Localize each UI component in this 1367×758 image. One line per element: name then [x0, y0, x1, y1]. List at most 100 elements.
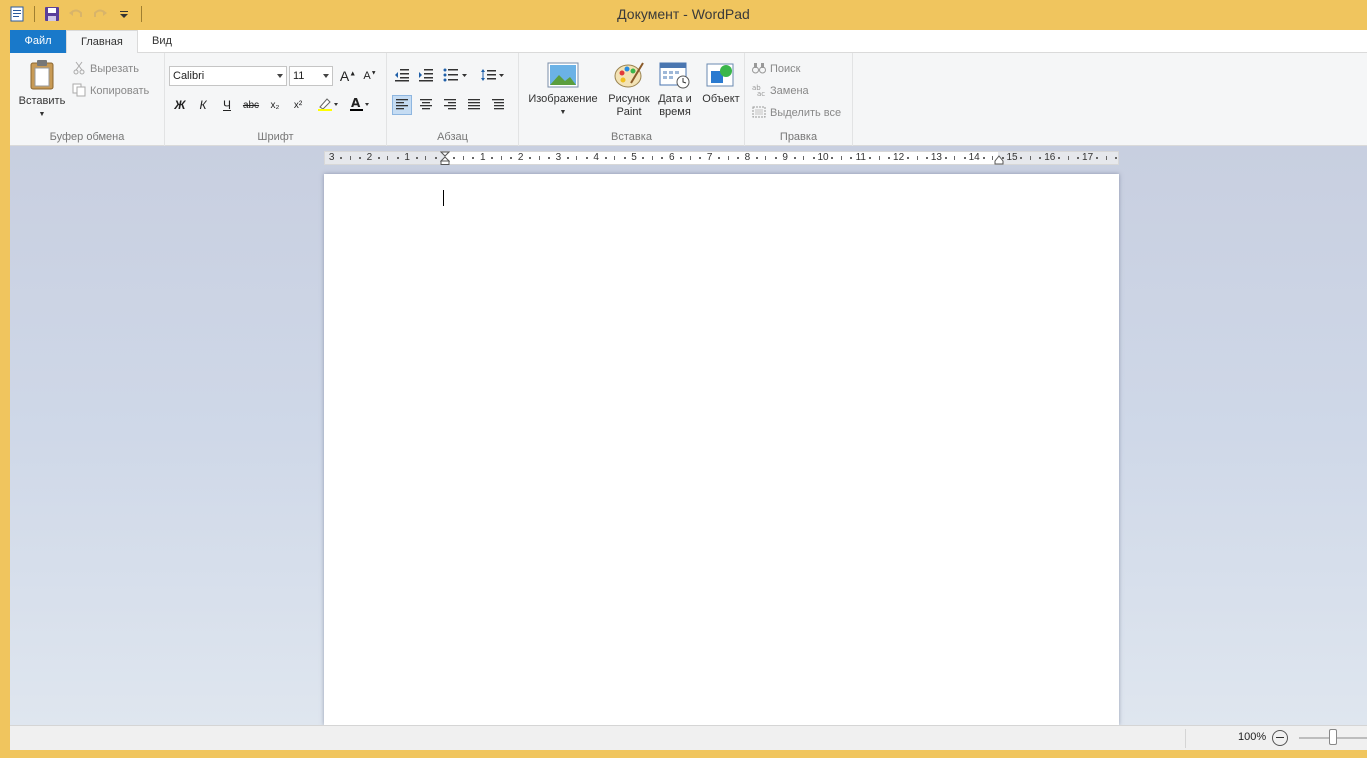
ruler-tick — [1077, 157, 1080, 159]
zoom-slider-thumb[interactable] — [1329, 729, 1337, 745]
ruler-tick — [831, 157, 834, 159]
ruler-tick — [916, 156, 918, 160]
ruler-tick — [1001, 157, 1004, 159]
ruler-tick — [1058, 157, 1061, 159]
clipboard-group-label: Буфер обмена — [49, 131, 125, 143]
ruler-tick-label: 3 — [328, 152, 335, 163]
paste-button[interactable]: Вставить ▼ — [16, 59, 68, 121]
cut-button[interactable]: Вырезать — [72, 60, 139, 78]
ruler-tick-label: 9 — [782, 152, 788, 163]
ruler-tick — [803, 156, 805, 160]
paint-drawing-button[interactable]: Рисунок Paint — [607, 61, 651, 119]
align-right-icon — [443, 98, 457, 113]
justify-button[interactable] — [464, 95, 484, 115]
select-all-label: Выделить все — [770, 107, 842, 119]
paste-label: Вставить — [18, 95, 66, 107]
grow-font-icon: A▲ — [339, 68, 357, 84]
ruler-tick — [604, 157, 607, 159]
picture-icon — [547, 61, 579, 93]
copy-icon — [72, 83, 86, 100]
title-bar: Документ - WordPad — [0, 0, 1367, 30]
replace-icon: ab ac — [752, 84, 766, 99]
datetime-button[interactable]: Дата и время — [653, 61, 697, 119]
grow-font-button[interactable]: A▲ — [338, 66, 358, 86]
ruler-tick-label: 15 — [1006, 152, 1018, 163]
ruler-tick — [793, 157, 796, 159]
decrease-indent-button[interactable] — [392, 66, 412, 86]
bullets-button[interactable] — [442, 66, 470, 86]
font-family-select[interactable]: Calibri — [169, 66, 287, 86]
shrink-font-button[interactable]: A▼ — [360, 66, 380, 86]
align-left-button[interactable] — [392, 95, 412, 115]
text-cursor — [443, 190, 444, 206]
ruler-tick — [661, 157, 664, 159]
paragraph-settings-button[interactable] — [488, 95, 508, 115]
ruler-tick — [1114, 157, 1117, 159]
insert-object-button[interactable]: Объект — [699, 61, 743, 106]
find-button[interactable]: Поиск — [752, 60, 800, 78]
first-line-indent-marker[interactable] — [439, 151, 451, 168]
ruler-tick-label: 5 — [631, 152, 637, 163]
align-left-icon — [395, 98, 409, 113]
replace-button[interactable]: ab ac Замена — [752, 82, 809, 100]
highlighter-icon — [317, 96, 339, 115]
copy-button[interactable]: Копировать — [72, 82, 149, 100]
tab-file[interactable]: Файл — [10, 30, 66, 53]
window-bottom-border — [0, 750, 1367, 758]
bullet-list-icon — [443, 68, 469, 85]
ruler-tick — [566, 157, 569, 159]
underline-button[interactable]: Ч — [217, 95, 237, 115]
tab-home[interactable]: Главная — [66, 30, 138, 54]
cut-label: Вырезать — [90, 63, 139, 75]
binoculars-icon — [752, 62, 766, 77]
zoom-out-icon[interactable] — [1272, 730, 1288, 746]
tab-view[interactable]: Вид — [138, 30, 186, 53]
ruler-tick — [944, 157, 947, 159]
datetime-label-line1: Дата и — [658, 93, 692, 105]
ruler-tick-label: 3 — [555, 152, 562, 163]
insert-group: Изображение ▼ Рисунок Paint Дата и время… — [519, 53, 745, 146]
window-left-border — [0, 30, 10, 752]
scissors-icon — [72, 61, 86, 78]
editing-group-label: Правка — [779, 131, 818, 143]
paint-label-line1: Рисунок — [608, 93, 650, 105]
font-size-value: 11 — [293, 70, 305, 82]
superscript-button[interactable]: x² — [288, 95, 308, 115]
ruler-tick-label: 2 — [517, 152, 524, 163]
line-spacing-button[interactable] — [479, 66, 507, 86]
horizontal-ruler[interactable]: 3 2 1 1 2 3 4 5 6 7 8 9 10 11 12 13 14 15 16 17 — [324, 151, 1119, 165]
align-right-button[interactable] — [440, 95, 460, 115]
ruler-tick-label: 2 — [366, 152, 373, 163]
insert-picture-button[interactable]: Изображение ▼ — [523, 61, 603, 119]
editing-group: Поиск ab ac Замена Выделить все Правка — [745, 53, 853, 146]
ruler-tick — [529, 157, 532, 159]
align-center-button[interactable] — [416, 95, 436, 115]
find-label: Поиск — [770, 63, 801, 75]
paint-palette-icon — [613, 61, 645, 93]
subscript-button[interactable]: x₂ — [265, 95, 285, 115]
ruler-tick-label: 1 — [480, 152, 486, 163]
ruler-tick — [689, 156, 691, 160]
ruler-tick — [434, 157, 437, 159]
ruler-tick — [547, 157, 550, 159]
status-bar: 100% — [10, 725, 1367, 750]
select-all-button[interactable]: Выделить все — [752, 104, 841, 122]
increase-indent-button[interactable] — [416, 66, 436, 86]
ruler-tick — [718, 157, 721, 159]
insert-picture-label: Изображение — [528, 93, 598, 105]
italic-button[interactable]: К — [193, 95, 213, 115]
paint-label-line2: Paint — [616, 106, 642, 118]
ruler-tick-label: 4 — [593, 152, 599, 163]
strikethrough-button[interactable]: abc — [241, 95, 261, 115]
ruler-tick — [500, 156, 502, 160]
document-page[interactable] — [324, 174, 1119, 725]
font-size-select[interactable]: 11 — [289, 66, 333, 86]
ruler-tick-label: 17 — [1082, 152, 1094, 163]
replace-label: Замена — [770, 85, 809, 97]
font-color-button[interactable]: A — [347, 95, 373, 115]
chevron-down-icon — [323, 74, 329, 78]
highlight-color-button[interactable] — [315, 95, 341, 115]
ruler-tick — [869, 157, 872, 159]
bold-button[interactable]: Ж — [170, 95, 190, 115]
paragraph-group: Абзац — [387, 53, 519, 146]
